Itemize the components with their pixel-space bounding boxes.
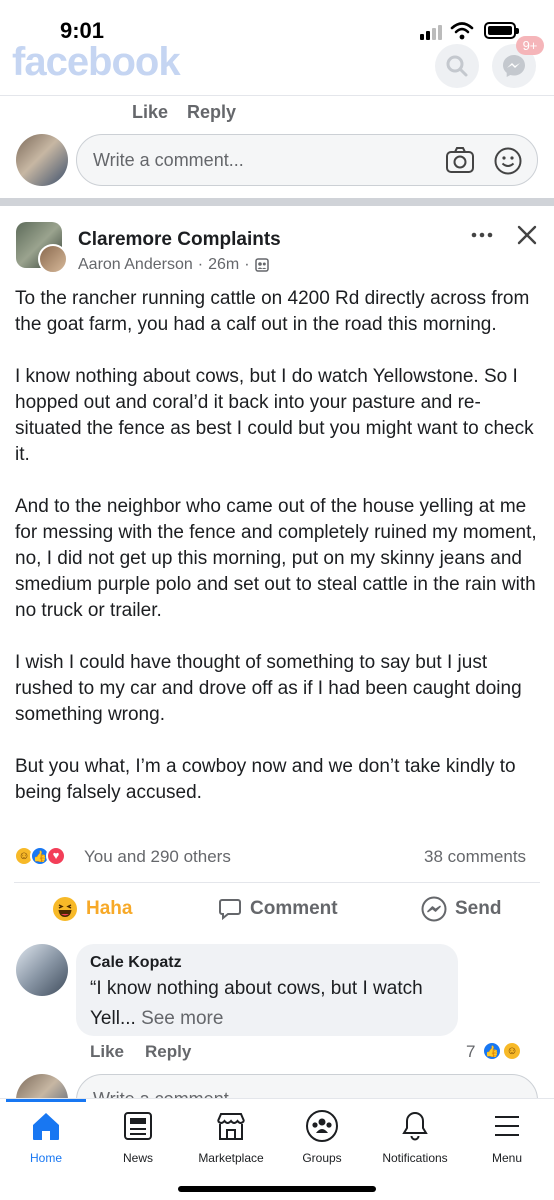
marketplace-icon bbox=[217, 1113, 245, 1140]
home-icon bbox=[33, 1113, 59, 1140]
comments-count[interactable]: 38 comments bbox=[424, 847, 526, 867]
section-divider bbox=[0, 198, 554, 206]
group-name[interactable]: Claremore Complaints bbox=[78, 229, 281, 251]
camera-icon[interactable] bbox=[445, 146, 475, 174]
reactions-summary[interactable]: You and 290 others bbox=[84, 847, 231, 867]
haha-icon bbox=[53, 897, 77, 921]
tab-menu[interactable]: Menu bbox=[466, 1109, 548, 1169]
comment-icon bbox=[219, 899, 241, 921]
commenter-name[interactable]: Cale Kopatz bbox=[90, 954, 182, 972]
messenger-send-icon bbox=[421, 896, 447, 922]
haha-button[interactable]: Haha bbox=[52, 896, 132, 922]
post-meta: Aaron Anderson · 26m · bbox=[78, 256, 269, 274]
tab-home[interactable]: Home bbox=[6, 1109, 86, 1169]
haha-reaction-icon: ☺ bbox=[502, 1041, 522, 1061]
commenter-avatar[interactable] bbox=[16, 944, 68, 996]
wifi-icon bbox=[450, 22, 474, 40]
tab-label: Notifications bbox=[382, 1151, 448, 1165]
app-header: facebook bbox=[0, 40, 554, 96]
search-button[interactable] bbox=[435, 44, 479, 88]
like-reaction-icon: 👍 bbox=[482, 1041, 502, 1061]
haha-label: Haha bbox=[86, 898, 133, 919]
news-icon bbox=[124, 1112, 152, 1140]
comment-bubble[interactable]: Cale Kopatz “I know nothing about cows, … bbox=[76, 944, 458, 1036]
actions-divider bbox=[14, 882, 540, 883]
comment-composer[interactable]: Write a comment... bbox=[76, 134, 538, 186]
comment-text-line-2: Yell... See more bbox=[90, 1004, 450, 1034]
battery-icon bbox=[484, 22, 519, 39]
messenger-badge: 9+ bbox=[516, 36, 544, 55]
home-indicator bbox=[178, 1186, 376, 1192]
see-more-link[interactable]: See more bbox=[141, 1008, 223, 1029]
author-avatar[interactable] bbox=[38, 244, 68, 274]
post-time[interactable]: 26m bbox=[208, 256, 239, 274]
post-author[interactable]: Aaron Anderson bbox=[78, 256, 193, 274]
signal-icon bbox=[420, 24, 446, 40]
tab-label: Groups bbox=[302, 1151, 342, 1165]
facebook-logo[interactable]: facebook bbox=[12, 40, 181, 85]
messenger-icon bbox=[503, 55, 525, 77]
post-paragraph: To the rancher running cattle on 4200 Rd… bbox=[15, 288, 530, 335]
post-paragraph: And to the neighbor who came out of the … bbox=[15, 496, 537, 621]
comment-text-line: “I know nothing about cows, but I watch bbox=[90, 978, 423, 999]
comment-text-cont: Yell... bbox=[90, 1008, 136, 1029]
emoji-icon[interactable] bbox=[493, 146, 523, 176]
comment-reply-link[interactable]: Reply bbox=[145, 1042, 191, 1062]
tab-label: Marketplace bbox=[198, 1151, 264, 1165]
send-button[interactable]: Send bbox=[421, 896, 501, 922]
tab-marketplace[interactable]: Marketplace bbox=[190, 1109, 272, 1169]
like-link[interactable]: Like bbox=[132, 102, 168, 123]
post-paragraph: But you what, I’m a cowboy now and we do… bbox=[15, 756, 516, 803]
search-icon bbox=[446, 55, 468, 77]
post-paragraph: I wish I could have thought of something… bbox=[15, 652, 522, 725]
bell-icon bbox=[402, 1111, 428, 1141]
tab-groups[interactable]: Groups bbox=[282, 1109, 362, 1169]
comment-label: Comment bbox=[250, 898, 338, 919]
meta-separator: · bbox=[197, 256, 204, 273]
post-body: To the rancher running cattle on 4200 Rd… bbox=[15, 286, 543, 832]
tab-notifications[interactable]: Notifications bbox=[374, 1109, 456, 1169]
tab-label: News bbox=[122, 1151, 153, 1165]
tab-label: Home bbox=[29, 1151, 62, 1165]
love-reaction-icon: ♥ bbox=[46, 846, 66, 866]
reply-link[interactable]: Reply bbox=[187, 102, 236, 123]
send-label: Send bbox=[455, 898, 502, 919]
comment-like-link[interactable]: Like bbox=[90, 1042, 124, 1062]
post-paragraph: I know nothing about cows, but I do watc… bbox=[15, 366, 534, 465]
comment-text: “I know nothing about cows, but I watch … bbox=[90, 974, 450, 1034]
user-avatar[interactable] bbox=[16, 134, 68, 186]
close-icon[interactable] bbox=[516, 224, 538, 246]
bottom-tab-bar: Home News Marketplace Groups Notificatio… bbox=[0, 1098, 554, 1200]
status-bar: 9:01 bbox=[0, 0, 554, 44]
groups-icon bbox=[306, 1110, 338, 1142]
tab-news[interactable]: News bbox=[98, 1109, 178, 1169]
active-tab-indicator bbox=[6, 1099, 86, 1102]
meta-separator: · bbox=[244, 256, 250, 273]
group-privacy-icon bbox=[254, 258, 269, 272]
comment-reaction-count[interactable]: 7 bbox=[466, 1042, 475, 1062]
comment-placeholder: Write a comment... bbox=[93, 150, 244, 170]
tab-label: Menu bbox=[491, 1151, 523, 1165]
comment-button[interactable]: Comment bbox=[218, 896, 338, 922]
menu-icon bbox=[495, 1116, 519, 1136]
more-options-icon[interactable] bbox=[470, 230, 494, 240]
